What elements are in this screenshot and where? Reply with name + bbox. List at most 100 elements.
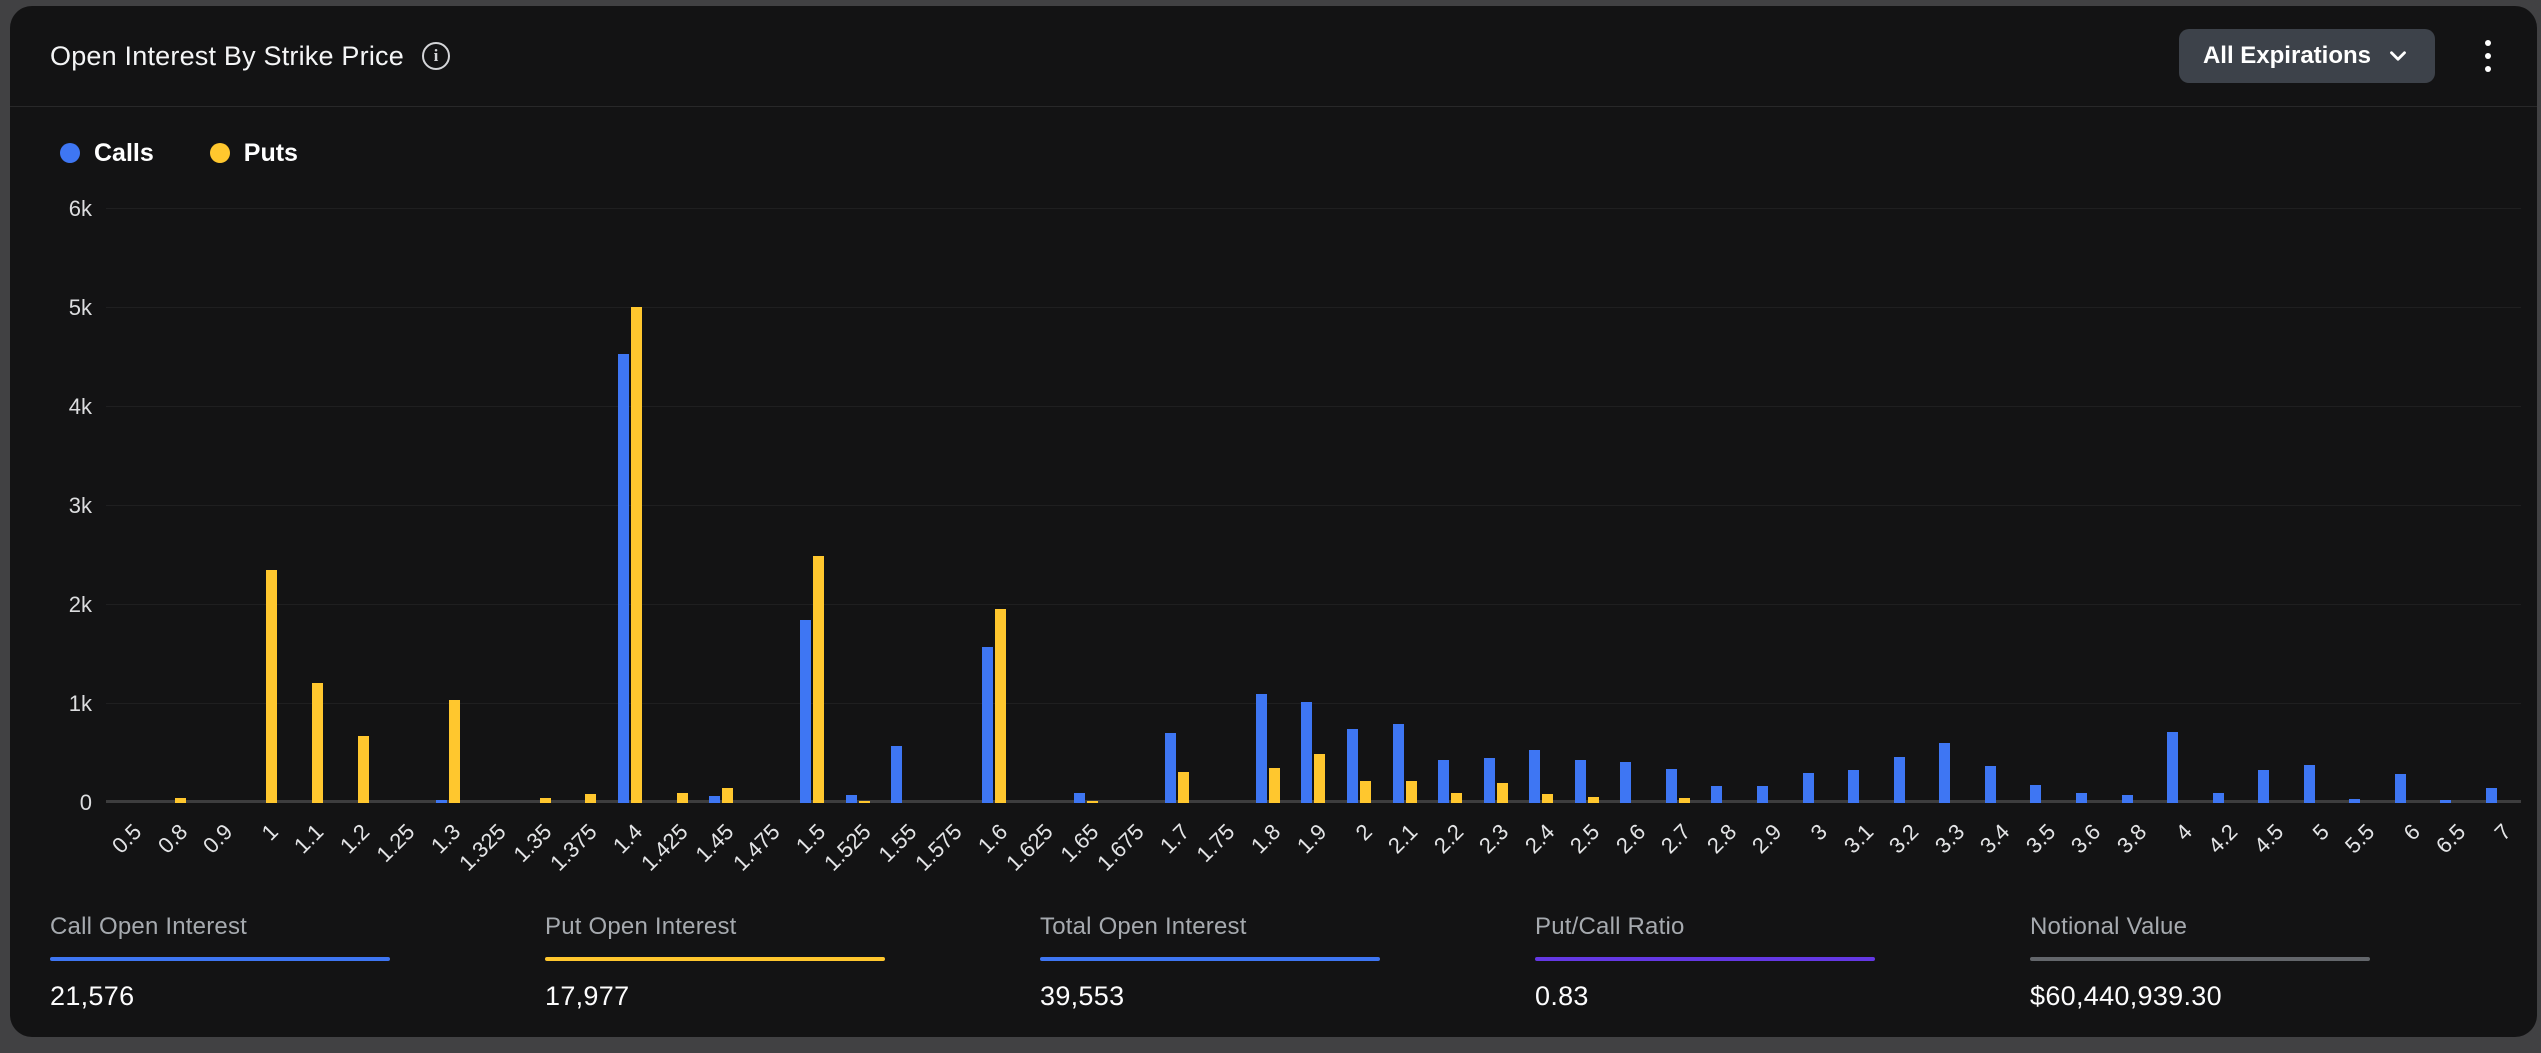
calls-bar-2.4[interactable] (1529, 750, 1540, 803)
calls-bar-1.45[interactable] (709, 796, 720, 803)
bar-group-1.55[interactable] (881, 209, 927, 803)
bar-group-3[interactable] (1792, 209, 1838, 803)
calls-bar-2.3[interactable] (1484, 758, 1495, 803)
puts-bar-1.45[interactable] (722, 788, 733, 803)
bar-group-1.2[interactable] (334, 209, 380, 803)
calls-bar-7[interactable] (2486, 788, 2497, 803)
calls-bar-1.9[interactable] (1301, 702, 1312, 803)
legend-item-puts[interactable]: Puts (210, 139, 298, 168)
calls-bar-3.6[interactable] (2076, 793, 2087, 803)
calls-bar-2.2[interactable] (1438, 760, 1449, 803)
bar-group-2.8[interactable] (1701, 209, 1747, 803)
bar-group-4[interactable] (2156, 209, 2202, 803)
bar-group-1.525[interactable] (835, 209, 881, 803)
calls-bar-2[interactable] (1347, 729, 1358, 803)
bar-group-1.425[interactable] (653, 209, 699, 803)
puts-bar-1.7[interactable] (1178, 772, 1189, 803)
bar-group-1.5[interactable] (789, 209, 835, 803)
bar-group-1.475[interactable] (744, 209, 790, 803)
calls-bar-1.6[interactable] (982, 647, 993, 803)
bar-group-3.8[interactable] (2111, 209, 2157, 803)
puts-bar-1.9[interactable] (1314, 754, 1325, 803)
calls-bar-1.525[interactable] (846, 795, 857, 803)
bar-group-1.45[interactable] (698, 209, 744, 803)
legend-item-calls[interactable]: Calls (60, 139, 154, 168)
bar-group-1.1[interactable] (288, 209, 334, 803)
bar-group-1.7[interactable] (1154, 209, 1200, 803)
puts-bar-2.1[interactable] (1406, 781, 1417, 803)
bar-group-1.4[interactable] (607, 209, 653, 803)
calls-bar-2.1[interactable] (1393, 724, 1404, 803)
bar-group-2.2[interactable] (1427, 209, 1473, 803)
bar-group-1.35[interactable] (516, 209, 562, 803)
bar-group-5[interactable] (2293, 209, 2339, 803)
calls-bar-6[interactable] (2395, 774, 2406, 803)
bar-group-1.8[interactable] (1245, 209, 1291, 803)
bar-group-3.3[interactable] (1929, 209, 1975, 803)
bar-group-3.6[interactable] (2065, 209, 2111, 803)
calls-bar-3.3[interactable] (1939, 743, 1950, 803)
calls-bar-5[interactable] (2304, 765, 2315, 803)
info-icon[interactable]: i (422, 42, 450, 70)
puts-bar-2.2[interactable] (1451, 793, 1462, 803)
bar-group-3.1[interactable] (1837, 209, 1883, 803)
puts-bar-1.375[interactable] (585, 794, 596, 803)
calls-bar-3.1[interactable] (1848, 770, 1859, 803)
more-options-icon[interactable] (2475, 34, 2501, 78)
bar-group-1.75[interactable] (1200, 209, 1246, 803)
bar-group-0.8[interactable] (152, 209, 198, 803)
bar-group-3.2[interactable] (1883, 209, 1929, 803)
bar-group-2.5[interactable] (1564, 209, 1610, 803)
bar-group-4.2[interactable] (2202, 209, 2248, 803)
puts-bar-1.1[interactable] (312, 683, 323, 803)
calls-bar-3.5[interactable] (2030, 785, 2041, 803)
puts-bar-1.3[interactable] (449, 700, 460, 803)
bar-group-2[interactable] (1336, 209, 1382, 803)
calls-bar-1.5[interactable] (800, 620, 811, 803)
bar-group-2.7[interactable] (1655, 209, 1701, 803)
bar-group-1.675[interactable] (1108, 209, 1154, 803)
bar-group-2.3[interactable] (1473, 209, 1519, 803)
calls-bar-2.5[interactable] (1575, 760, 1586, 803)
calls-bar-4.5[interactable] (2258, 770, 2269, 803)
bar-group-6.5[interactable] (2430, 209, 2476, 803)
puts-bar-1.2[interactable] (358, 736, 369, 803)
bar-group-1.6[interactable] (972, 209, 1018, 803)
calls-bar-1.65[interactable] (1074, 793, 1085, 803)
plot-area[interactable] (106, 209, 2521, 803)
calls-bar-3.4[interactable] (1985, 766, 1996, 803)
calls-bar-1.55[interactable] (891, 746, 902, 803)
puts-bar-2.3[interactable] (1497, 783, 1508, 803)
bar-group-1.3[interactable] (425, 209, 471, 803)
bar-group-1.65[interactable] (1063, 209, 1109, 803)
bar-group-2.6[interactable] (1610, 209, 1656, 803)
calls-bar-2.9[interactable] (1757, 786, 1768, 803)
puts-bar-1.5[interactable] (813, 556, 824, 804)
calls-bar-3[interactable] (1803, 773, 1814, 803)
puts-bar-1.6[interactable] (995, 609, 1006, 803)
calls-bar-3.2[interactable] (1894, 757, 1905, 803)
puts-bar-2[interactable] (1360, 781, 1371, 803)
calls-bar-4.2[interactable] (2213, 793, 2224, 803)
bar-group-1.625[interactable] (1017, 209, 1063, 803)
bar-group-1.25[interactable] (379, 209, 425, 803)
bar-group-7[interactable] (2475, 209, 2521, 803)
bar-group-1.575[interactable] (926, 209, 972, 803)
bar-group-1.325[interactable] (471, 209, 517, 803)
bar-group-1[interactable] (243, 209, 289, 803)
bar-group-5.5[interactable] (2339, 209, 2385, 803)
bar-group-3.5[interactable] (2020, 209, 2066, 803)
calls-bar-1.4[interactable] (618, 354, 629, 803)
bar-group-1.9[interactable] (1291, 209, 1337, 803)
puts-bar-1.425[interactable] (677, 793, 688, 803)
calls-bar-2.8[interactable] (1711, 786, 1722, 803)
puts-bar-1.8[interactable] (1269, 768, 1280, 803)
calls-bar-2.6[interactable] (1620, 762, 1631, 803)
calls-bar-1.8[interactable] (1256, 694, 1267, 803)
puts-bar-1[interactable] (266, 570, 277, 803)
bar-group-2.1[interactable] (1382, 209, 1428, 803)
bar-group-2.9[interactable] (1746, 209, 1792, 803)
calls-bar-4[interactable] (2167, 732, 2178, 803)
calls-bar-3.8[interactable] (2122, 795, 2133, 803)
bar-group-3.4[interactable] (1974, 209, 2020, 803)
